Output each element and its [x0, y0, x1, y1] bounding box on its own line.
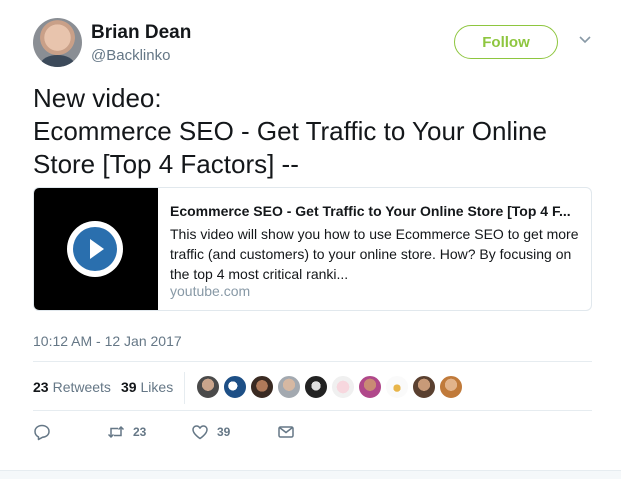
card-description-line: the top 4 most critical ranki... [170, 266, 349, 282]
link-card[interactable]: Ecommerce SEO - Get Traffic to Your Onli… [33, 187, 592, 311]
liker-avatar[interactable] [223, 375, 247, 399]
liker-avatar[interactable] [358, 375, 382, 399]
retweet-count: 23 [133, 425, 147, 439]
retweets-stat[interactable]: 23 Retweets [33, 379, 111, 395]
tweet-actions: 23 39 [33, 423, 295, 441]
retweet-action[interactable]: 23 [107, 423, 191, 441]
page-footer-background [0, 471, 621, 479]
play-icon[interactable] [67, 221, 123, 277]
divider [33, 361, 592, 362]
liker-avatar[interactable] [250, 375, 274, 399]
tweet-line: New video: [33, 83, 162, 113]
tweet-stats: 23 Retweets 39 Likes [33, 379, 173, 395]
retweets-count: 23 [33, 379, 49, 395]
like-count: 39 [217, 425, 231, 439]
tweet-text: New video: Ecommerce SEO - Get Traffic t… [33, 82, 603, 181]
divider [33, 410, 592, 411]
liker-avatar[interactable] [196, 375, 220, 399]
card-domain: youtube.com [170, 283, 251, 299]
tweet-line: Store [Top 4 Factors] -- [33, 149, 299, 179]
liker-avatar[interactable] [385, 375, 409, 399]
stats-divider [184, 372, 185, 404]
message-icon [278, 426, 294, 438]
author-name[interactable]: Brian Dean [91, 22, 191, 44]
liker-avatar[interactable] [412, 375, 436, 399]
chevron-down-icon[interactable] [578, 33, 592, 47]
liker-avatar[interactable] [304, 375, 328, 399]
message-action[interactable] [277, 423, 295, 441]
retweet-icon [107, 425, 125, 439]
likes-label: Likes [140, 379, 174, 395]
like-action[interactable]: 39 [191, 423, 277, 441]
reply-action[interactable] [33, 423, 107, 441]
liker-avatars [196, 375, 463, 399]
author-handle[interactable]: @Backlinko [91, 47, 170, 64]
likes-count: 39 [120, 379, 137, 395]
follow-button[interactable]: Follow [454, 25, 558, 59]
retweets-label: Retweets [52, 379, 111, 395]
like-icon [192, 425, 208, 440]
video-thumbnail[interactable] [34, 188, 158, 310]
tweet-line: Ecommerce SEO - Get Traffic to Your Onli… [33, 116, 547, 146]
reply-icon [34, 424, 50, 441]
card-description: This video will show you how to use Ecom… [170, 224, 586, 284]
likes-stat[interactable]: 39 Likes [121, 379, 173, 395]
card-description-line: traffic (and customers) to your online s… [170, 246, 572, 262]
author-avatar[interactable] [33, 18, 82, 67]
liker-avatar[interactable] [277, 375, 301, 399]
liker-avatar[interactable] [331, 375, 355, 399]
tweet-timestamp[interactable]: 10:12 AM - 12 Jan 2017 [33, 333, 182, 349]
card-title[interactable]: Ecommerce SEO - Get Traffic to Your Onli… [170, 203, 582, 219]
card-description-line: This video will show you how to use Ecom… [170, 226, 579, 242]
liker-avatar[interactable] [439, 375, 463, 399]
